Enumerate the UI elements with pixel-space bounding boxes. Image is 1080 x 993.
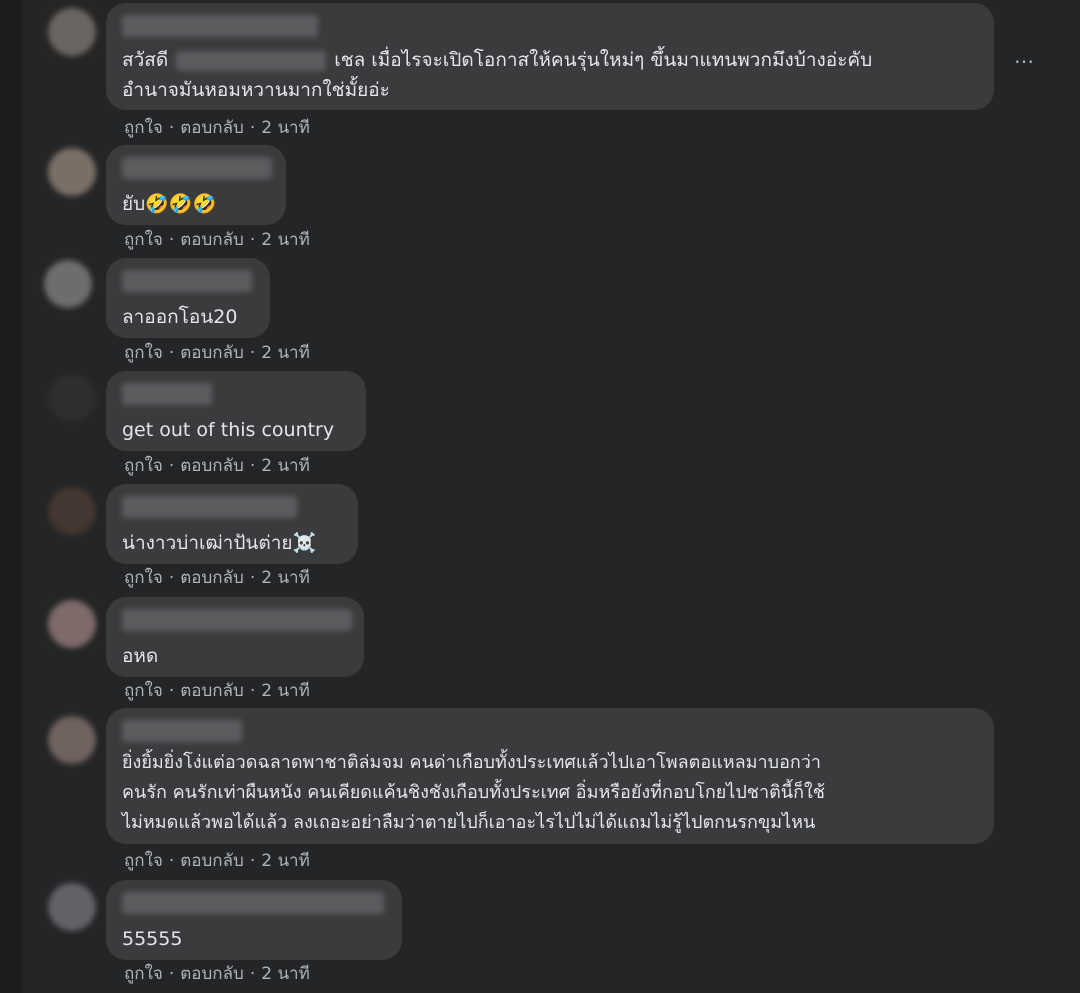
commenter-name[interactable] — [122, 892, 384, 914]
commenter-name[interactable] — [122, 720, 242, 742]
avatar[interactable] — [48, 8, 96, 56]
separator: · — [168, 851, 175, 871]
comment-bubble: ลาออกโอน20 — [106, 258, 270, 338]
commenter-name[interactable] — [122, 270, 252, 292]
separator: · — [168, 568, 175, 588]
separator: · — [249, 964, 256, 984]
comment-text-line-2: อำนาจมันหอมหวานมากใช่มั้ยอ่ะ — [122, 79, 390, 101]
comment-actions: ถูกใจ · ตอบกลับ · 2 นาที — [124, 677, 310, 704]
like-link[interactable]: ถูกใจ — [124, 456, 163, 476]
timestamp[interactable]: 2 นาที — [261, 568, 310, 588]
commenter-name[interactable] — [122, 609, 352, 631]
comment-text: ลาออกโอน20 — [122, 306, 238, 328]
comment-actions: ถูกใจ · ตอบกลับ · 2 นาที — [124, 339, 310, 366]
separator: · — [249, 118, 256, 138]
reply-link[interactable]: ตอบกลับ — [180, 456, 244, 476]
reply-link[interactable]: ตอบกลับ — [180, 118, 244, 138]
separator: · — [249, 681, 256, 701]
avatar[interactable] — [44, 260, 92, 308]
reply-link[interactable]: ตอบกลับ — [180, 568, 244, 588]
comment-bubble: น่างาวบ่าเฒ่าปันต่าย☠️ — [106, 484, 358, 564]
like-link[interactable]: ถูกใจ — [124, 343, 163, 363]
separator: · — [249, 851, 256, 871]
timestamp[interactable]: 2 นาที — [261, 230, 310, 250]
comment-bubble: 55555 — [106, 880, 402, 960]
comment-text: น่างาวบ่าเฒ่าปันต่าย☠️ — [122, 532, 317, 554]
comment-bubble: get out of this country — [106, 371, 366, 451]
comment-text: 55555 — [122, 928, 183, 950]
comment-actions: ถูกใจ · ตอบกลับ · 2 นาที — [124, 564, 310, 591]
like-link[interactable]: ถูกใจ — [124, 964, 163, 984]
timestamp[interactable]: 2 นาที — [261, 964, 310, 984]
timestamp[interactable]: 2 นาที — [261, 851, 310, 871]
separator: · — [168, 118, 175, 138]
timestamp[interactable]: 2 นาที — [261, 343, 310, 363]
like-link[interactable]: ถูกใจ — [124, 851, 163, 871]
comment-bubble: สวัสดี เชล เมื่อไรจะเปิดโอกาสให้คนรุ่นใหม… — [106, 3, 994, 110]
commenter-name[interactable] — [122, 383, 212, 405]
avatar[interactable] — [48, 487, 96, 535]
separator: · — [249, 456, 256, 476]
like-link[interactable]: ถูกใจ — [124, 118, 163, 138]
comment-text: สวัสดี เชล เมื่อไรจะเปิดโอกาสให้คนรุ่นใหม… — [122, 49, 873, 71]
redacted-name — [176, 50, 327, 71]
like-link[interactable]: ถูกใจ — [124, 681, 163, 701]
comment-bubble: ยับ🤣🤣🤣 — [106, 145, 286, 225]
separator: · — [249, 230, 256, 250]
comment-actions: ถูกใจ · ตอบกลับ · 2 นาที — [124, 226, 310, 253]
reply-link[interactable]: ตอบกลับ — [180, 964, 244, 984]
comment-text: get out of this country — [122, 419, 335, 441]
separator: · — [168, 681, 175, 701]
comment-text: ยับ🤣🤣🤣 — [122, 193, 217, 215]
commenter-name[interactable] — [122, 496, 297, 518]
more-options-icon[interactable]: … — [1010, 42, 1038, 70]
separator: · — [249, 568, 256, 588]
separator: · — [249, 343, 256, 363]
separator: · — [168, 343, 175, 363]
reply-link[interactable]: ตอบกลับ — [180, 851, 244, 871]
avatar[interactable] — [48, 600, 96, 648]
avatar[interactable] — [48, 374, 96, 422]
comment-actions: ถูกใจ · ตอบกลับ · 2 นาที — [124, 960, 310, 987]
timestamp[interactable]: 2 นาที — [261, 118, 310, 138]
separator: · — [168, 456, 175, 476]
avatar[interactable] — [48, 148, 96, 196]
comment-bubble: อหด — [106, 597, 364, 677]
comment-text: ยิ่งยิ้มยิ่งโง่แต่อวดฉลาดพาชาติล่มจม คนด… — [122, 752, 825, 833]
comment-text: อหด — [122, 645, 159, 667]
commenter-name[interactable] — [122, 15, 318, 37]
reply-link[interactable]: ตอบกลับ — [180, 681, 244, 701]
separator: · — [168, 230, 175, 250]
reply-link[interactable]: ตอบกลับ — [180, 343, 244, 363]
avatar[interactable] — [48, 883, 96, 931]
timestamp[interactable]: 2 นาที — [261, 456, 310, 476]
timestamp[interactable]: 2 นาที — [261, 681, 310, 701]
like-link[interactable]: ถูกใจ — [124, 230, 163, 250]
reply-link[interactable]: ตอบกลับ — [180, 230, 244, 250]
separator: · — [168, 964, 175, 984]
comment-actions: ถูกใจ · ตอบกลับ · 2 นาที — [124, 847, 310, 874]
comment-actions: ถูกใจ · ตอบกลับ · 2 นาที — [124, 114, 310, 141]
avatar[interactable] — [48, 716, 96, 764]
like-link[interactable]: ถูกใจ — [124, 568, 163, 588]
comment-actions: ถูกใจ · ตอบกลับ · 2 นาที — [124, 452, 310, 479]
commenter-name[interactable] — [122, 157, 272, 179]
comment-bubble: ยิ่งยิ้มยิ่งโง่แต่อวดฉลาดพาชาติล่มจม คนด… — [106, 708, 994, 844]
